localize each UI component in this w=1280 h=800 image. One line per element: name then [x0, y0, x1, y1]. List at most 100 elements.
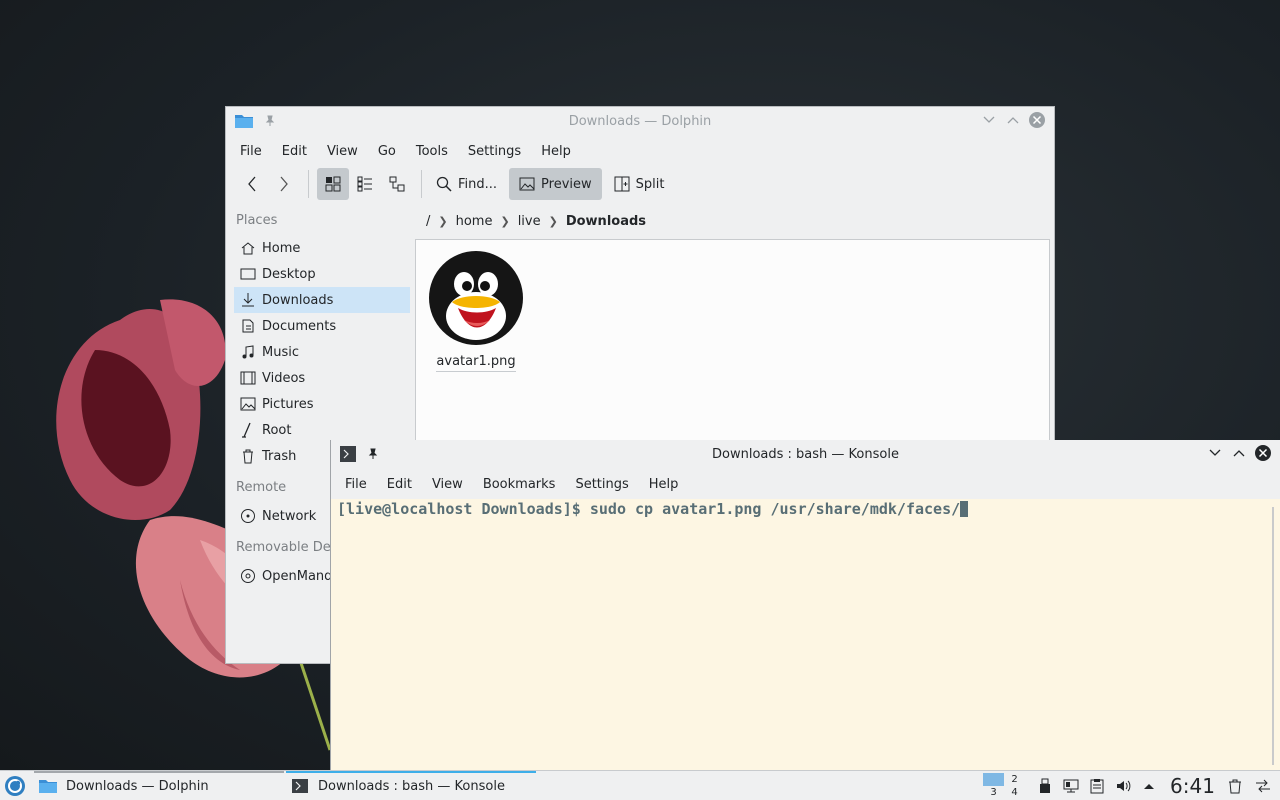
task-label: Downloads — Dolphin: [66, 778, 209, 794]
breadcrumb-downloads[interactable]: Downloads: [562, 214, 650, 229]
usb-device-icon[interactable]: [1036, 777, 1054, 795]
details-view-icon: [389, 176, 405, 192]
close-button[interactable]: [1028, 111, 1046, 129]
minimize-button[interactable]: [1206, 444, 1224, 462]
places-label: Root: [262, 422, 292, 438]
music-icon: [239, 343, 257, 361]
maximize-button[interactable]: [1230, 444, 1248, 462]
back-button[interactable]: [236, 168, 268, 200]
application-launcher-icon[interactable]: [4, 775, 26, 797]
chevron-right-icon: ❯: [438, 214, 448, 228]
system-tray: [1036, 771, 1158, 800]
details-view-button[interactable]: [381, 168, 413, 200]
dolphin-titlebar[interactable]: Downloads — Dolphin: [226, 107, 1054, 135]
terminal-area[interactable]: [live@localhost Downloads]$ sudo cp avat…: [331, 499, 1269, 770]
scrollbar-thumb[interactable]: [1272, 507, 1274, 765]
clipboard-icon[interactable]: [1088, 777, 1106, 795]
dolphin-toolbar: Find... Preview Split: [236, 168, 670, 200]
taskbar-right-controls: [1226, 771, 1272, 800]
places-item-videos[interactable]: Videos: [234, 365, 410, 391]
menu-file[interactable]: File: [230, 144, 272, 159]
text-cursor: [960, 501, 969, 517]
breadcrumb-live[interactable]: live: [514, 214, 545, 229]
task-indicator: [34, 771, 284, 773]
expand-tray-arrow-icon[interactable]: [1140, 777, 1158, 795]
places-item-downloads[interactable]: Downloads: [234, 287, 410, 313]
window-title: Downloads : bash — Konsole: [712, 446, 899, 462]
folder-icon: [38, 777, 58, 795]
places-heading: Places: [236, 213, 278, 228]
breadcrumb-root[interactable]: /: [422, 214, 434, 229]
icons-view-button[interactable]: [317, 168, 349, 200]
menu-edit[interactable]: Edit: [377, 477, 422, 492]
pager-desktop-2[interactable]: 2: [1004, 773, 1025, 786]
menu-help[interactable]: Help: [531, 144, 581, 159]
menu-edit[interactable]: Edit: [272, 144, 317, 159]
menu-settings[interactable]: Settings: [565, 477, 638, 492]
download-icon: [239, 291, 257, 309]
file-item[interactable]: avatar1.png: [428, 250, 524, 372]
trash-icon[interactable]: [1226, 777, 1244, 795]
places-label: Trash: [262, 448, 297, 464]
menu-view[interactable]: View: [422, 477, 473, 492]
documents-icon: [239, 317, 257, 335]
preview-button[interactable]: Preview: [509, 168, 602, 200]
minimize-button[interactable]: [980, 111, 998, 129]
menu-file[interactable]: File: [335, 477, 377, 492]
menu-bookmarks[interactable]: Bookmarks: [473, 477, 566, 492]
task-konsole[interactable]: Downloads : bash — Konsole: [286, 771, 536, 800]
pager-desktop-1[interactable]: [983, 773, 1004, 786]
terminal-line: [live@localhost Downloads]$ sudo cp avat…: [337, 500, 969, 518]
konsole-menubar: File Edit View Bookmarks Settings Help: [335, 474, 1280, 494]
places-item-home[interactable]: Home: [234, 235, 410, 261]
places-label: Home: [262, 240, 301, 256]
panel-settings-icon[interactable]: [1254, 777, 1272, 795]
places-label: Pictures: [262, 396, 314, 412]
places-label: Documents: [262, 318, 337, 334]
breadcrumb-home[interactable]: home: [452, 214, 497, 229]
pager-desktop-3[interactable]: 3: [983, 786, 1004, 799]
task-dolphin[interactable]: Downloads — Dolphin: [34, 771, 284, 800]
toolbar-separator: [308, 170, 309, 198]
digital-clock[interactable]: 6:41: [1170, 771, 1215, 800]
menu-go[interactable]: Go: [368, 144, 406, 159]
konsole-titlebar[interactable]: Downloads : bash — Konsole: [331, 440, 1280, 468]
places-item-documents[interactable]: Documents: [234, 313, 410, 339]
dolphin-menubar: File Edit View Go Tools Settings Help: [230, 141, 1054, 161]
find-button[interactable]: Find...: [430, 168, 503, 200]
toolbar-separator: [421, 170, 422, 198]
menu-view[interactable]: View: [317, 144, 368, 159]
maximize-button[interactable]: [1004, 111, 1022, 129]
places-label: Desktop: [262, 266, 316, 282]
split-view-icon: [614, 176, 630, 192]
forward-button[interactable]: [268, 168, 300, 200]
pager-desktop-4[interactable]: 4: [1004, 786, 1025, 799]
close-button[interactable]: [1254, 444, 1272, 462]
places-item-desktop[interactable]: Desktop: [234, 261, 410, 287]
breadcrumb: / ❯ home ❯ live ❯ Downloads: [422, 211, 650, 231]
search-icon: [436, 176, 452, 192]
volume-icon[interactable]: [1114, 777, 1132, 795]
split-button[interactable]: Split: [608, 168, 671, 200]
places-label: Music: [262, 344, 299, 360]
menu-settings[interactable]: Settings: [458, 144, 531, 159]
root-slash-icon: [239, 421, 257, 439]
menu-help[interactable]: Help: [639, 477, 689, 492]
konsole-window: Downloads : bash — Konsole File Edit Vie…: [330, 440, 1280, 770]
places-item-pictures[interactable]: Pictures: [234, 391, 410, 417]
places-label: OpenMand: [262, 568, 333, 584]
terminal-scrollbar[interactable]: [1268, 499, 1280, 770]
menu-tools[interactable]: Tools: [406, 144, 458, 159]
compact-view-icon: [357, 176, 372, 192]
desktop-icon: [239, 265, 257, 283]
icons-view-icon: [325, 176, 341, 192]
virtual-desktop-pager[interactable]: 2 3 4: [983, 773, 1025, 799]
compact-view-button[interactable]: [349, 168, 381, 200]
network-icon: [239, 507, 257, 525]
tux-penguin-icon: [429, 251, 523, 345]
network-wired-icon[interactable]: [1062, 777, 1080, 795]
split-label: Split: [635, 176, 665, 192]
task-active-indicator: [286, 771, 536, 773]
image-preview-icon: [519, 177, 535, 191]
places-item-music[interactable]: Music: [234, 339, 410, 365]
